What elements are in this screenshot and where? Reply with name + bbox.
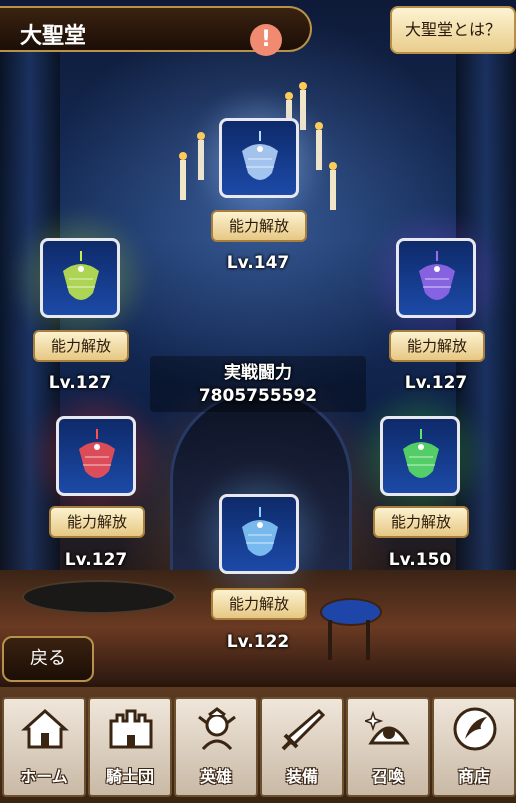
shop-icon bbox=[453, 707, 497, 751]
chandelier-icon bbox=[242, 131, 278, 180]
chandelier-icon bbox=[63, 251, 99, 300]
slot-level: Lv.127 bbox=[64, 550, 128, 570]
chandelier-slot-left-lower[interactable] bbox=[56, 416, 136, 496]
power-value: 7805755592 bbox=[198, 386, 318, 406]
slot-level: Lv.150 bbox=[388, 550, 452, 570]
home-icon bbox=[21, 708, 69, 749]
bottom-nav: ホーム 騎士団 英雄 装備 召喚 商店 bbox=[0, 684, 516, 803]
alert-icon[interactable]: ! bbox=[250, 24, 282, 56]
stool-leg bbox=[328, 620, 332, 660]
sword-icon bbox=[281, 708, 326, 751]
chandelier-slot-top[interactable] bbox=[219, 118, 299, 198]
castle-icon bbox=[109, 709, 153, 749]
chandelier-icon bbox=[403, 429, 439, 478]
back-button[interactable]: 戻る bbox=[2, 636, 94, 682]
nav-hero[interactable]: 英雄 bbox=[174, 697, 258, 797]
chandelier-slot-bottom[interactable] bbox=[219, 494, 299, 574]
nav-knights[interactable]: 騎士団 bbox=[88, 697, 172, 797]
nav-home[interactable]: ホーム bbox=[2, 697, 86, 797]
stool-leg bbox=[366, 620, 370, 660]
nav-shop[interactable]: 商店 bbox=[432, 697, 516, 797]
chandelier-icon bbox=[419, 251, 455, 300]
title-bar: 大聖堂 ! bbox=[0, 6, 312, 56]
unlock-ability-button[interactable]: 能力解放 bbox=[211, 210, 307, 242]
unlock-ability-button[interactable]: 能力解放 bbox=[211, 588, 307, 620]
unlock-ability-button[interactable]: 能力解放 bbox=[33, 330, 129, 362]
power-label: 実戦闘力 bbox=[224, 363, 292, 383]
nav-label: 召喚 bbox=[371, 767, 404, 786]
slot-level: Lv.122 bbox=[226, 632, 290, 652]
side-table bbox=[22, 580, 176, 614]
chandelier-icon bbox=[79, 429, 115, 478]
nav-label: 騎士団 bbox=[105, 767, 154, 786]
hero-icon bbox=[198, 707, 236, 751]
nav-summon[interactable]: 召喚 bbox=[346, 697, 430, 797]
chandelier-icon bbox=[242, 507, 278, 556]
unlock-ability-button[interactable]: 能力解放 bbox=[373, 506, 469, 538]
chandelier-slot-right-lower[interactable] bbox=[380, 416, 460, 496]
slot-level: Lv.147 bbox=[226, 253, 290, 273]
unlock-ability-button[interactable]: 能力解放 bbox=[49, 506, 145, 538]
chandelier-slot-right-upper[interactable] bbox=[396, 238, 476, 318]
nav-label: ホーム bbox=[20, 767, 68, 786]
nav-equipment[interactable]: 装備 bbox=[260, 697, 344, 797]
summon-icon bbox=[365, 710, 410, 745]
page-title: 大聖堂 bbox=[20, 24, 87, 49]
about-cathedral-button[interactable]: 大聖堂とは？ bbox=[390, 6, 516, 54]
nav-label: 商店 bbox=[457, 767, 490, 786]
chandelier-slot-left-upper[interactable] bbox=[40, 238, 120, 318]
nav-label: 装備 bbox=[285, 767, 318, 786]
unlock-ability-button[interactable]: 能力解放 bbox=[389, 330, 485, 362]
nav-label: 英雄 bbox=[199, 767, 232, 786]
